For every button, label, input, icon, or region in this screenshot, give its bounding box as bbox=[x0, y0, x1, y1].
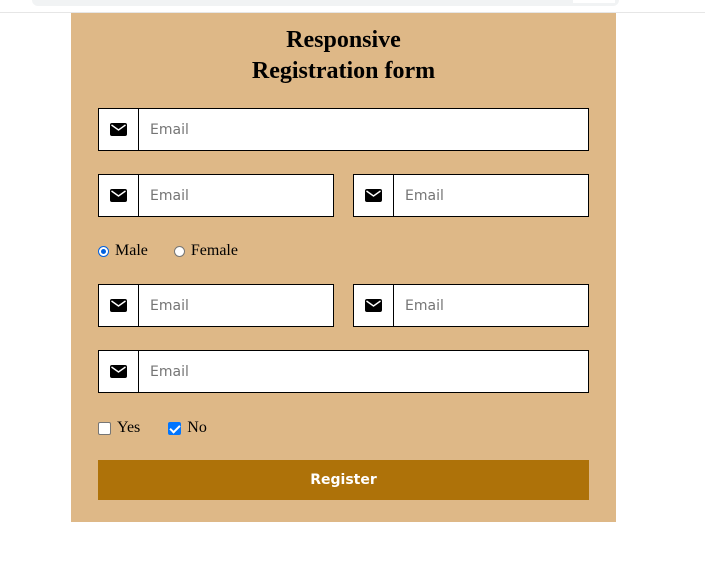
envelope-icon bbox=[99, 109, 139, 150]
radio-female[interactable] bbox=[173, 245, 185, 257]
gender-radio-group: Male Female bbox=[98, 242, 264, 260]
email-field-4 bbox=[98, 284, 334, 327]
radio-male[interactable] bbox=[98, 245, 109, 257]
checkbox-no-label: No bbox=[187, 419, 207, 436]
envelope-icon bbox=[354, 285, 394, 326]
checkbox-option-yes[interactable]: Yes bbox=[98, 419, 140, 437]
email-input-3[interactable] bbox=[394, 175, 588, 216]
radio-male-label: Male bbox=[115, 242, 148, 259]
browser-address-bar bbox=[32, 0, 619, 6]
envelope-icon bbox=[99, 175, 139, 216]
email-input-4[interactable] bbox=[139, 285, 333, 326]
register-button[interactable]: Register bbox=[98, 460, 589, 500]
title-line-1: Responsive bbox=[286, 27, 401, 53]
gender-option-female[interactable]: Female bbox=[173, 242, 238, 260]
envelope-icon bbox=[99, 285, 139, 326]
browser-bar-button bbox=[573, 0, 615, 3]
checkbox-yes[interactable] bbox=[98, 421, 111, 435]
email-field-6 bbox=[98, 350, 589, 393]
checkbox-no[interactable] bbox=[168, 421, 182, 435]
email-field-1 bbox=[98, 108, 589, 151]
email-input-5[interactable] bbox=[394, 285, 588, 326]
email-field-2 bbox=[98, 174, 334, 217]
gender-option-male[interactable]: Male bbox=[98, 242, 148, 260]
registration-card: Responsive Registration form Male Female bbox=[71, 13, 616, 522]
email-input-1[interactable] bbox=[139, 109, 588, 150]
checkbox-yes-label: Yes bbox=[117, 419, 141, 436]
radio-female-label: Female bbox=[190, 242, 238, 259]
envelope-icon bbox=[99, 351, 139, 392]
browser-chrome-strip bbox=[0, 0, 705, 13]
email-input-6[interactable] bbox=[139, 351, 588, 392]
email-field-3 bbox=[353, 174, 589, 217]
checkbox-option-no[interactable]: No bbox=[168, 419, 207, 437]
email-field-5 bbox=[353, 284, 589, 327]
checkbox-group: Yes No bbox=[98, 419, 233, 437]
email-input-2[interactable] bbox=[139, 175, 333, 216]
title-line-2: Registration form bbox=[251, 58, 436, 84]
envelope-icon bbox=[354, 175, 394, 216]
page-title: Responsive Registration form bbox=[71, 25, 616, 87]
